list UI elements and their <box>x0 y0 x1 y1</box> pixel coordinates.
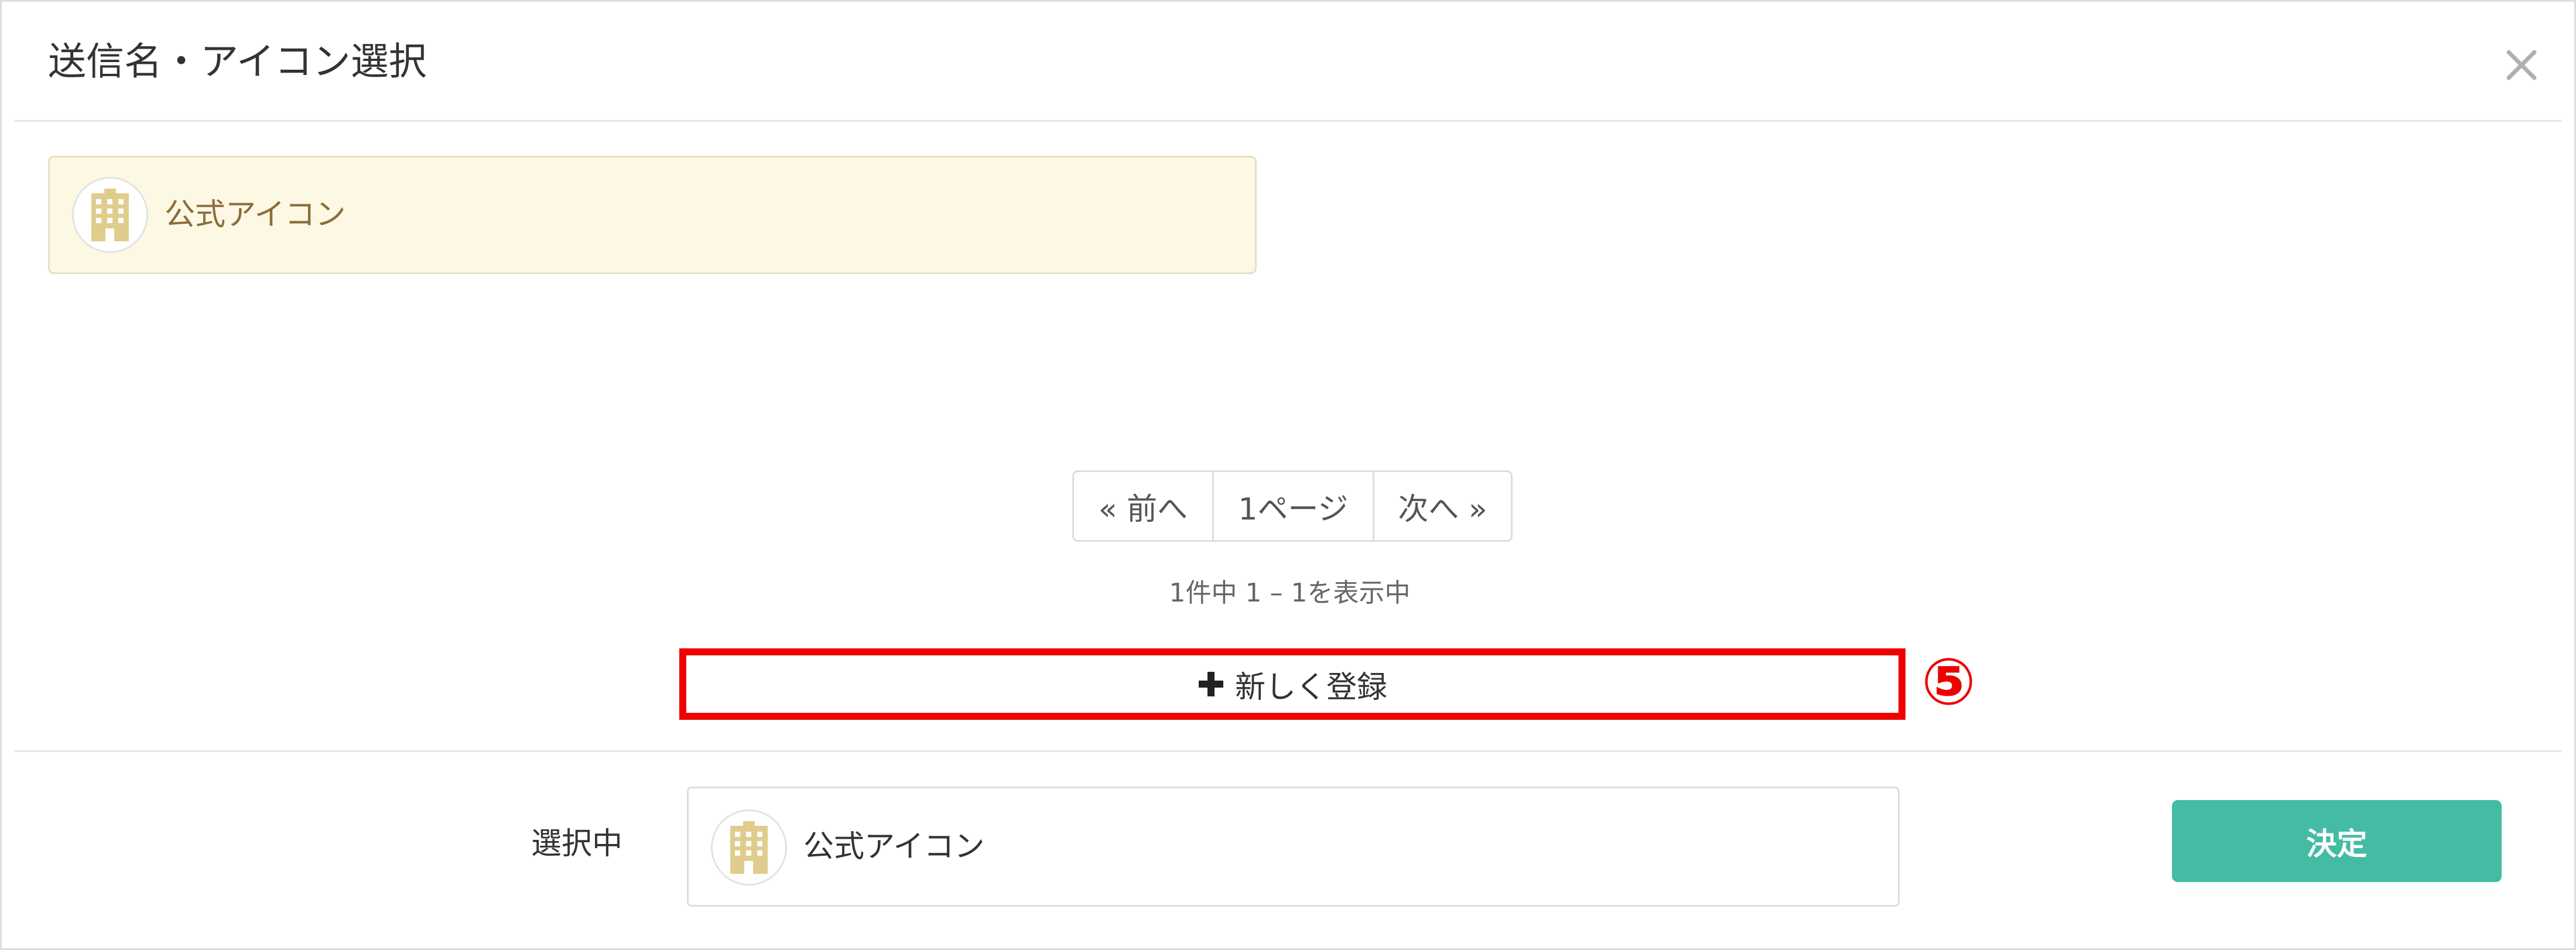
pagination: « 前へ 1ページ 次へ » <box>1072 470 1513 542</box>
option-official-icon[interactable]: 公式アイコン <box>48 156 1257 274</box>
selected-value: 公式アイコン <box>803 829 985 864</box>
submit-button[interactable]: 決定 <box>2172 800 2502 882</box>
prev-page-button[interactable]: « 前へ <box>1074 472 1212 540</box>
new-register-label: 新しく登録 <box>1234 669 1387 705</box>
close-icon[interactable] <box>2500 44 2543 86</box>
annotation-marker: ⑤ <box>1921 644 1976 719</box>
footer-divider <box>15 750 2561 752</box>
selected-label: 選択中 <box>531 826 623 862</box>
plus-icon <box>1198 671 1224 698</box>
building-icon <box>91 189 129 241</box>
dialog-header: 送信名・アイコン選択 <box>2 2 2574 122</box>
result-count: 1件中 1 – 1を表示中 <box>1169 578 1411 608</box>
new-register-button[interactable]: 新しく登録 <box>679 648 1906 720</box>
header-divider <box>15 120 2561 122</box>
option-label: 公式アイコン <box>165 197 346 233</box>
dialog-title: 送信名・アイコン選択 <box>48 40 427 84</box>
avatar <box>72 177 148 253</box>
next-page-button[interactable]: 次へ » <box>1373 472 1511 540</box>
icon-select-dialog: 送信名・アイコン選択 公式アイコン « 前へ 1ページ 次へ » 1件中 1 –… <box>0 0 2576 950</box>
selected-display: 公式アイコン <box>687 787 1900 907</box>
current-page: 1ページ <box>1212 472 1373 540</box>
avatar <box>711 809 787 886</box>
building-icon <box>730 821 768 874</box>
